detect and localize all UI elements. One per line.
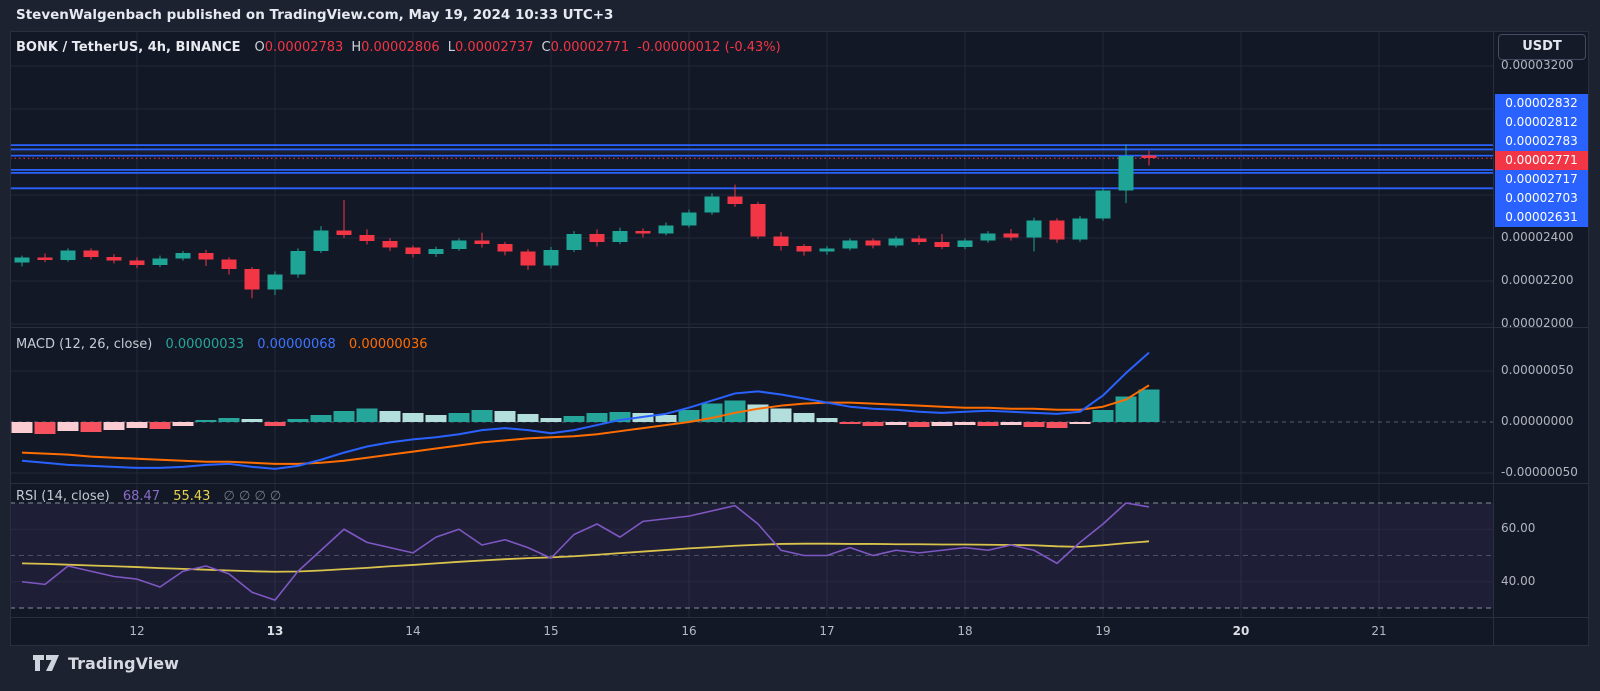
macd-legend: MACD (12, 26, close) 0.00000033 0.000000…	[16, 337, 428, 352]
macd-axis-tick[interactable]: 0.00000000	[1501, 414, 1574, 428]
rsi-empty-slots: ∅ ∅ ∅ ∅	[223, 489, 282, 504]
macd-rsi-separator[interactable]	[10, 483, 1589, 484]
price-scale-currency-button[interactable]: USDT	[1498, 34, 1586, 60]
level-price-label: 0.00002703	[1495, 189, 1588, 208]
change-value: -0.00000012 (-0.43%)	[637, 40, 781, 55]
time-axis-label: 16	[681, 624, 697, 638]
rsi-axis-tick[interactable]: 60.00	[1501, 521, 1535, 535]
macd-signal-value: 0.00000036	[348, 337, 428, 352]
low-value: 0.00002737	[454, 40, 534, 55]
rsi-title[interactable]: RSI (14, close)	[16, 489, 110, 504]
frame-bottom-border	[10, 645, 1589, 646]
frame-right-border	[1588, 31, 1589, 646]
time-axis-label: 18	[957, 624, 973, 638]
time-axis-label: 20	[1232, 624, 1250, 638]
time-axis-label: 12	[129, 624, 145, 638]
time-axis-label: 14	[405, 624, 421, 638]
tradingview-snapshot: StevenWalgenbach published on TradingVie…	[0, 0, 1600, 691]
level-price-label: 0.00002717	[1495, 170, 1588, 189]
macd-axis-tick[interactable]: -0.00000050	[1501, 465, 1578, 479]
rsi-line-value: 68.47	[122, 489, 161, 504]
tradingview-logo[interactable]: TradingView	[33, 652, 179, 674]
time-axis-label: 19	[1095, 624, 1111, 638]
last-price-label: 0.00002771	[1495, 151, 1588, 170]
tradingview-logo-text: TradingView	[68, 653, 179, 673]
frame-top-border	[10, 31, 1589, 32]
time-axis-border	[10, 617, 1589, 618]
close-label: C	[541, 40, 551, 55]
high-value: 0.00002806	[361, 40, 440, 55]
level-price-label: 0.00002832	[1495, 94, 1588, 113]
price-axis-tick[interactable]: 0.00003200	[1501, 58, 1574, 72]
level-price-label: 0.00002812	[1495, 113, 1588, 132]
tradingview-logomark-icon	[33, 655, 59, 671]
macd-line-value: 0.00000068	[257, 337, 336, 352]
price-axis-tick[interactable]: 0.00002000	[1501, 316, 1574, 330]
rsi-legend: RSI (14, close) 68.47 55.43 ∅ ∅ ∅ ∅	[16, 489, 281, 504]
rsi-axis-tick[interactable]: 40.00	[1501, 574, 1535, 588]
macd-axis-tick[interactable]: 0.00000050	[1501, 363, 1574, 377]
price-macd-separator[interactable]	[10, 327, 1589, 328]
open-label: O	[254, 40, 265, 55]
time-axis-label: 15	[543, 624, 559, 638]
price-scale-border[interactable]	[1493, 31, 1494, 646]
low-label: L	[447, 40, 455, 55]
time-axis-label: 17	[819, 624, 835, 638]
open-value: 0.00002783	[264, 40, 344, 55]
price-axis-tick[interactable]: 0.00002200	[1501, 273, 1574, 287]
symbol-title[interactable]: BONK / TetherUS, 4h, BINANCE	[16, 40, 241, 55]
level-price-label: 0.00002631	[1495, 208, 1588, 227]
close-value: 0.00002771	[550, 40, 630, 55]
level-price-label: 0.00002783	[1495, 132, 1588, 151]
symbol-header: BONK / TetherUS, 4h, BINANCE O0.00002783 H…	[16, 40, 781, 55]
price-axis-tick[interactable]: 0.00002400	[1501, 230, 1574, 244]
rsi-ma-value: 55.43	[173, 489, 211, 504]
macd-title[interactable]: MACD (12, 26, close)	[16, 337, 152, 352]
macd-hist-value: 0.00000033	[165, 337, 245, 352]
frame-left-border	[10, 31, 11, 646]
time-axis-label: 13	[266, 624, 284, 638]
time-axis-label: 21	[1371, 624, 1387, 638]
high-label: H	[351, 40, 362, 55]
